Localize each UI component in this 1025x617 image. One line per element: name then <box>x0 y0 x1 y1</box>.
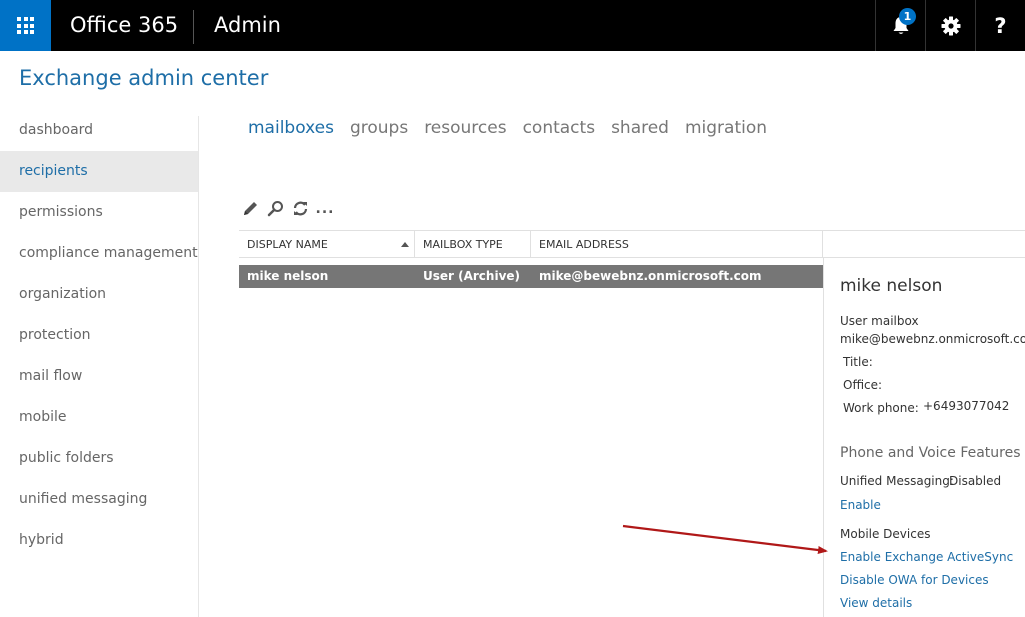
nav-item-permissions[interactable]: permissions <box>0 192 198 233</box>
enable-activesync-link[interactable]: Enable Exchange ActiveSync <box>840 550 1013 564</box>
tab-shared[interactable]: shared <box>611 118 669 138</box>
details-email: mike@bewebnz.onmicrosoft.com <box>840 332 1025 346</box>
mailbox-table-header: DISPLAY NAME MAILBOX TYPE EMAIL ADDRESS <box>239 230 1025 258</box>
tab-migration[interactable]: migration <box>685 118 767 138</box>
unified-messaging-status: Disabled <box>949 474 1002 488</box>
column-header-label: MAILBOX TYPE <box>423 238 503 251</box>
nav-divider <box>198 116 199 617</box>
waffle-icon <box>17 17 34 34</box>
nav-item-mail-flow[interactable]: mail flow <box>0 356 198 397</box>
nav-item-compliance-management[interactable]: compliance management <box>0 233 198 274</box>
column-header-label: DISPLAY NAME <box>247 238 328 251</box>
cell-display-name: mike nelson <box>247 269 329 283</box>
nav-item-mobile[interactable]: mobile <box>0 397 198 438</box>
settings-button[interactable] <box>925 0 975 51</box>
notification-badge: 1 <box>899 8 916 25</box>
notifications-button[interactable]: 1 <box>875 0 925 51</box>
more-button[interactable]: ... <box>315 198 335 218</box>
more-icon: ... <box>315 201 335 217</box>
view-details-link[interactable]: View details <box>840 596 912 610</box>
topbar-separator <box>193 10 194 44</box>
refresh-button[interactable] <box>290 198 310 218</box>
help-icon: ? <box>994 13 1007 38</box>
search-button[interactable] <box>265 198 285 218</box>
column-header-email-address[interactable]: EMAIL ADDRESS <box>531 231 823 258</box>
nav-item-protection[interactable]: protection <box>0 315 198 356</box>
list-toolbar: ... <box>240 198 340 218</box>
app-name[interactable]: Admin <box>214 0 281 51</box>
cell-mailbox-type: User (Archive) <box>423 269 521 283</box>
left-navigation: dashboard recipients permissions complia… <box>0 110 198 561</box>
sort-ascending-icon <box>401 242 409 247</box>
nav-item-hybrid[interactable]: hybrid <box>0 520 198 561</box>
arrow-line <box>622 524 828 554</box>
tab-groups[interactable]: groups <box>350 118 408 138</box>
top-bar: Office 365 Admin 1 ? <box>0 0 1025 51</box>
unified-messaging-label: Unified Messaging: <box>840 474 954 488</box>
recipient-tabs: mailboxes groups resources contacts shar… <box>248 118 783 138</box>
nav-item-public-folders[interactable]: public folders <box>0 438 198 479</box>
brand-name[interactable]: Office 365 <box>70 0 178 51</box>
tab-resources[interactable]: resources <box>424 118 506 138</box>
column-header-mailbox-type[interactable]: MAILBOX TYPE <box>415 231 531 258</box>
details-pane: mike nelson User mailbox mike@bewebnz.on… <box>823 258 1025 617</box>
page-title: Exchange admin center <box>19 66 269 90</box>
app-launcher-button[interactable] <box>0 0 51 51</box>
details-work-phone: +6493077042 <box>923 399 1010 413</box>
cell-email-address: mike@bewebnz.onmicrosoft.com <box>539 269 762 283</box>
nav-item-unified-messaging[interactable]: unified messaging <box>0 479 198 520</box>
gear-icon <box>941 16 960 35</box>
tab-mailboxes[interactable]: mailboxes <box>248 118 334 138</box>
disable-owa-devices-link[interactable]: Disable OWA for Devices <box>840 573 989 587</box>
details-mailbox-type: User mailbox <box>840 314 919 328</box>
column-header-label: EMAIL ADDRESS <box>539 238 629 251</box>
column-header-display-name[interactable]: DISPLAY NAME <box>239 231 415 258</box>
help-button[interactable]: ? <box>975 0 1025 51</box>
nav-item-dashboard[interactable]: dashboard <box>0 110 198 151</box>
refresh-icon <box>293 201 307 215</box>
details-name: mike nelson <box>840 276 943 296</box>
edit-icon <box>243 201 257 215</box>
table-row[interactable]: mike nelson User (Archive) mike@bewebnz.… <box>239 265 823 288</box>
details-title-label: Title: <box>843 355 873 369</box>
nav-item-organization[interactable]: organization <box>0 274 198 315</box>
nav-item-recipients[interactable]: recipients <box>0 151 198 192</box>
details-office-label: Office: <box>843 378 883 392</box>
tab-contacts[interactable]: contacts <box>523 118 595 138</box>
edit-button[interactable] <box>240 198 260 218</box>
details-work-phone-label: Work phone: <box>843 401 919 415</box>
search-icon <box>267 200 283 216</box>
mobile-devices-heading: Mobile Devices <box>840 527 931 541</box>
enable-um-link[interactable]: Enable <box>840 498 881 512</box>
phone-voice-heading: Phone and Voice Features <box>840 445 1021 461</box>
